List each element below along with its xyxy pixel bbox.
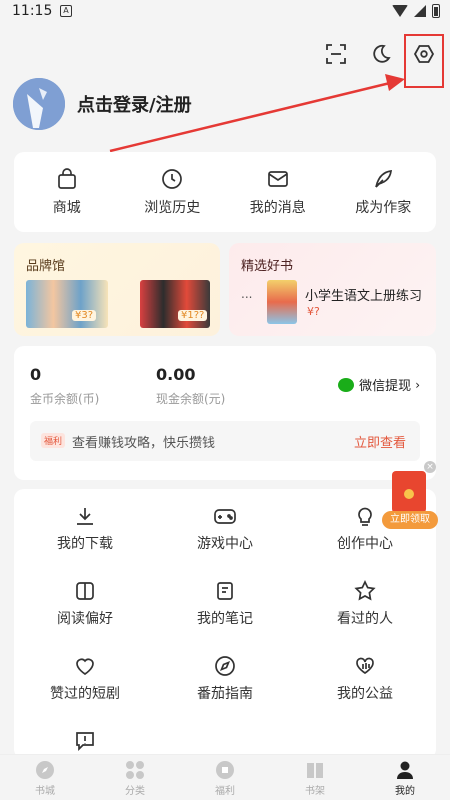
grid-item-my-charity[interactable]: 我的公益 <box>295 655 435 703</box>
book-cover-image <box>267 280 297 324</box>
withdraw-label: 微信提现 <box>359 379 412 394</box>
grid-item-label: 阅读偏好 <box>57 611 113 627</box>
tab-label: 我的 <box>395 786 415 797</box>
quick-item-label: 我的消息 <box>249 200 306 216</box>
bulb-icon <box>358 507 372 526</box>
featured-book-title: 小学生语文上册练习 <box>305 289 423 304</box>
notification-icon: A <box>60 5 72 17</box>
grid-item-my-notes[interactable]: 我的笔记 <box>155 580 295 628</box>
bag-icon <box>57 168 76 189</box>
night-mode-icon[interactable] <box>367 40 395 68</box>
compass-tab-icon <box>36 761 54 779</box>
quick-item-history[interactable]: 浏览历史 <box>120 152 226 232</box>
wallet-card: 0 金币余额(币) 0.00 现金余额(元) 微信提现 › 福利 查看赚钱攻略，… <box>14 346 436 480</box>
gamepad-icon <box>214 509 236 524</box>
grid-item-game-center[interactable]: 游戏中心 <box>155 505 295 553</box>
category-icon <box>126 761 144 779</box>
grid-item-reading-preference[interactable]: 阅读偏好 <box>15 580 155 628</box>
wechat-icon <box>338 377 355 392</box>
book-cover-image <box>26 280 108 328</box>
price-tag: ¥1?? <box>178 310 208 321</box>
grid-item-tomato-guide[interactable]: 番茄指南 <box>155 655 295 703</box>
quick-item-label: 商城 <box>52 200 81 216</box>
grid-item-label: 创作中心 <box>337 536 393 552</box>
cash-label: 现金余额(元) <box>156 392 226 406</box>
person-icon <box>397 761 413 779</box>
compass-icon <box>215 656 235 676</box>
note-icon <box>217 582 233 600</box>
login-register-link[interactable]: 点击登录/注册 <box>77 91 192 117</box>
feedback-icon <box>76 732 94 752</box>
charity-icon <box>356 657 374 675</box>
quick-item-messages[interactable]: 我的消息 <box>225 152 331 232</box>
settings-highlight-box <box>404 34 444 88</box>
cash-value: 0.00 <box>156 365 196 384</box>
status-bar: 11:15 A <box>0 0 450 24</box>
grid-item-feedback[interactable] <box>15 730 155 752</box>
bottom-tab-bar: 书城 分类 福利 书架 我的 <box>0 754 450 800</box>
heart-icon <box>76 658 94 676</box>
signal-icon <box>414 5 426 17</box>
quick-item-label: 成为作家 <box>355 200 412 216</box>
feather-icon <box>375 170 393 188</box>
grid-item-label: 番茄指南 <box>197 686 253 702</box>
grid-item-viewed-people[interactable]: 看过的人 <box>295 580 435 628</box>
brand-hall-banner[interactable]: 品牌馆 ¥3? ¥1?? <box>14 243 220 336</box>
price-tag: ¥3? <box>72 310 97 321</box>
grid-item-label: 游戏中心 <box>197 536 253 552</box>
banner-title: 精选好书 <box>241 259 294 274</box>
battery-icon <box>432 4 440 18</box>
tab-label: 书城 <box>35 786 55 797</box>
red-envelope-icon <box>392 471 426 513</box>
tab-category[interactable]: 分类 <box>90 755 180 800</box>
quick-item-label: 浏览历史 <box>144 200 201 216</box>
grid-item-liked-dramas[interactable]: 赞过的短剧 <box>15 655 155 703</box>
earn-tips-text: 查看赚钱攻略，快乐攒钱 <box>72 436 216 451</box>
gift-icon <box>216 761 234 779</box>
quick-item-become-writer[interactable]: 成为作家 <box>331 152 437 232</box>
tab-bookshelf[interactable]: 书架 <box>270 755 360 800</box>
view-now-link[interactable]: 立即查看 <box>354 432 406 451</box>
coins-value: 0 <box>30 365 42 384</box>
grid-item-downloads[interactable]: 我的下载 <box>15 505 155 553</box>
mail-icon <box>267 171 288 187</box>
tab-label: 分类 <box>125 786 145 797</box>
clock-icon <box>162 169 183 189</box>
wifi-icon <box>392 5 408 17</box>
bookshelf-icon <box>307 763 323 778</box>
status-time: 11:15 <box>12 3 53 19</box>
featured-book-price: ¥? <box>307 305 320 318</box>
feature-grid-card: 我的下载 游戏中心 创作中心 阅读偏好 我的笔记 看过的人 赞过的短剧 番茄指南… <box>14 489 436 759</box>
red-packet-widget[interactable]: × 立即领取 <box>382 461 438 531</box>
coins-label: 金币余额(币) <box>30 392 100 406</box>
quick-actions-card: 商城 浏览历史 我的消息 成为作家 <box>14 152 436 232</box>
tab-mine[interactable]: 我的 <box>360 755 450 800</box>
grid-item-label: 我的笔记 <box>197 611 253 627</box>
banner-title: 品牌馆 <box>26 259 66 274</box>
banner-dots: ... <box>241 287 253 301</box>
close-icon[interactable]: × <box>424 461 436 473</box>
grid-item-label: 看过的人 <box>337 611 393 627</box>
welfare-badge: 福利 <box>41 433 66 448</box>
tab-bookstore[interactable]: 书城 <box>0 755 90 800</box>
grid-item-label: 赞过的短剧 <box>50 686 120 702</box>
scan-icon[interactable] <box>322 40 350 68</box>
tab-welfare[interactable]: 福利 <box>180 755 270 800</box>
star-icon <box>354 580 376 601</box>
tab-label: 书架 <box>305 786 325 797</box>
avatar[interactable] <box>13 78 65 130</box>
claim-now-button[interactable]: 立即领取 <box>382 511 438 529</box>
quick-item-shop[interactable]: 商城 <box>14 152 120 232</box>
featured-books-banner[interactable]: 精选好书 ... 小学生语文上册练习 ¥? <box>229 243 436 336</box>
tab-label: 福利 <box>215 786 235 797</box>
earn-tips-bar[interactable]: 福利 查看赚钱攻略，快乐攒钱 立即查看 <box>30 421 420 461</box>
book-icon <box>76 582 94 600</box>
status-icons <box>392 4 440 18</box>
grid-item-label: 我的公益 <box>337 686 393 702</box>
chevron-right-icon: › <box>415 377 420 392</box>
wechat-withdraw-button[interactable]: 微信提现 › <box>338 375 420 394</box>
download-icon <box>77 508 93 525</box>
grid-item-label: 我的下载 <box>57 536 113 552</box>
